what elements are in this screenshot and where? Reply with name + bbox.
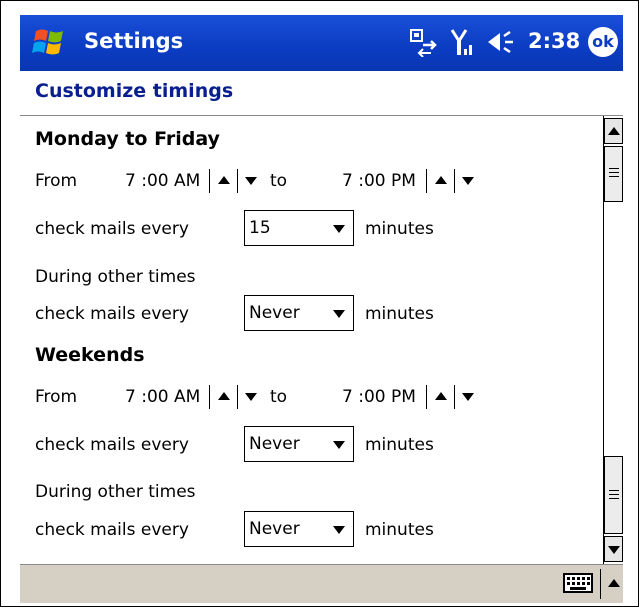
chevron-down-icon <box>333 441 345 449</box>
signal-antenna-icon[interactable] <box>450 27 476 57</box>
menu-divider <box>600 569 601 599</box>
grip-line <box>609 494 619 495</box>
weekday-time-row: From 7 :00 AM to 7 :00 PM <box>20 161 603 201</box>
weekend-end-time[interactable]: 7 :00 PM <box>342 387 416 407</box>
arrow-down-icon <box>462 393 474 401</box>
arrow-up-icon <box>608 127 620 135</box>
weekday-start-time-picker[interactable]: 7 :00 AM <box>125 169 275 193</box>
arrow-up-icon <box>435 392 447 400</box>
ok-button[interactable]: ok <box>588 27 618 57</box>
increase-end-time-button[interactable] <box>428 169 454 193</box>
other-times-label: During other times <box>35 267 196 287</box>
weekday-start-spinner <box>209 169 266 193</box>
arrow-down-icon <box>462 177 474 185</box>
check-mails-label: check mails every <box>35 304 189 324</box>
settings-content: Monday to Friday From 7 :00 AM to 7 :00 … <box>20 116 603 564</box>
weekend-other-check-row: check mails every Never minutes <box>20 510 603 550</box>
to-label: to <box>270 387 288 407</box>
minutes-label: minutes <box>365 520 434 540</box>
from-label: From <box>35 387 78 407</box>
weekend-start-time[interactable]: 7 :00 AM <box>125 387 200 407</box>
minutes-label: minutes <box>365 219 434 239</box>
weekend-other-times-row: During other times <box>20 472 603 512</box>
check-mails-label: check mails every <box>35 520 189 540</box>
scroll-up-button[interactable] <box>604 118 623 144</box>
arrow-down-icon <box>608 546 620 554</box>
keyboard-icon[interactable] <box>563 573 593 593</box>
arrow-up-icon <box>435 176 447 184</box>
page-header: Customize timings <box>20 71 623 116</box>
weekday-section-header: Monday to Friday <box>20 121 603 161</box>
weekend-time-row: From 7 :00 AM to 7 :00 PM <box>20 377 603 417</box>
increase-start-time-button[interactable] <box>211 169 237 193</box>
weekday-other-check-row: check mails every Never minutes <box>20 294 603 334</box>
sync-arrows-icon[interactable] <box>409 27 439 57</box>
arrow-down-icon <box>245 393 257 401</box>
weekday-end-time[interactable]: 7 :00 PM <box>342 171 416 191</box>
grip-line <box>609 498 619 499</box>
weekday-heading: Monday to Friday <box>35 128 220 150</box>
weekday-end-spinner <box>426 169 483 193</box>
weekday-end-time-picker[interactable]: 7 :00 PM <box>342 169 482 193</box>
menu-bar <box>20 564 623 603</box>
increase-start-time-button[interactable] <box>211 385 237 409</box>
input-panel-arrow-up-icon[interactable] <box>608 579 620 587</box>
page-title: Customize timings <box>35 80 234 102</box>
decrease-start-time-button[interactable] <box>238 385 264 409</box>
weekend-section-header: Weekends <box>20 337 603 377</box>
chevron-down-icon <box>333 526 345 534</box>
decrease-end-time-button[interactable] <box>455 169 481 193</box>
weekend-other-interval-dropdown[interactable]: Never <box>244 511 354 547</box>
windows-start-icon[interactable] <box>32 25 66 59</box>
weekend-end-spinner <box>426 385 483 409</box>
dropdown-value: Never <box>249 519 300 539</box>
weekend-end-time-picker[interactable]: 7 :00 PM <box>342 385 482 409</box>
weekday-other-times-row: During other times <box>20 257 603 297</box>
dropdown-value: Never <box>249 434 300 454</box>
scrollbar-thumb-bottom[interactable] <box>604 456 623 534</box>
clock[interactable]: 2:38 <box>528 29 580 53</box>
grip-line <box>609 176 619 177</box>
other-times-label: During other times <box>35 482 196 502</box>
to-label: to <box>270 171 288 191</box>
arrow-up-icon <box>218 392 230 400</box>
weekend-check-row: check mails every Never minutes <box>20 425 603 465</box>
weekend-start-spinner <box>209 385 266 409</box>
decrease-end-time-button[interactable] <box>455 385 481 409</box>
from-label: From <box>35 171 78 191</box>
weekend-interval-dropdown[interactable]: Never <box>244 426 354 462</box>
grip-line <box>609 490 619 491</box>
weekend-heading: Weekends <box>35 344 145 366</box>
check-mails-label: check mails every <box>35 435 189 455</box>
weekday-check-row: check mails every 15 minutes <box>20 209 603 249</box>
vertical-scrollbar[interactable] <box>603 116 624 564</box>
weekday-other-interval-dropdown[interactable]: Never <box>244 295 354 331</box>
increase-end-time-button[interactable] <box>428 385 454 409</box>
arrow-up-icon <box>218 176 230 184</box>
chevron-down-icon <box>333 225 345 233</box>
app-title: Settings <box>84 29 184 53</box>
chevron-down-icon <box>333 310 345 318</box>
weekday-start-time[interactable]: 7 :00 AM <box>125 171 200 191</box>
dropdown-value: Never <box>249 303 300 323</box>
grip-line <box>609 172 619 173</box>
weekday-interval-dropdown[interactable]: 15 <box>244 210 354 246</box>
speaker-icon[interactable] <box>486 27 518 57</box>
dropdown-value: 15 <box>249 218 271 238</box>
title-bar: Settings 2:38 ok <box>20 15 623 71</box>
weekend-start-time-picker[interactable]: 7 :00 AM <box>125 385 275 409</box>
minutes-label: minutes <box>365 304 434 324</box>
scroll-down-button[interactable] <box>604 536 623 562</box>
decrease-start-time-button[interactable] <box>238 169 264 193</box>
check-mails-label: check mails every <box>35 219 189 239</box>
minutes-label: minutes <box>365 435 434 455</box>
grip-line <box>609 168 619 169</box>
scrollbar-thumb-top[interactable] <box>604 146 623 202</box>
arrow-down-icon <box>245 177 257 185</box>
